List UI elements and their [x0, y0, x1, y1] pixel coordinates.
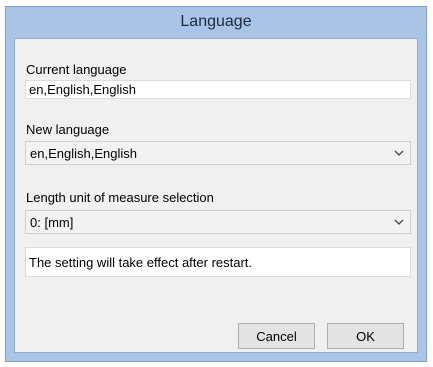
length-unit-select[interactable]: 0: [mm] — [25, 210, 411, 234]
restart-notice-box: The setting will take effect after resta… — [25, 247, 411, 277]
dialog-title: Language — [180, 13, 252, 30]
language-dialog: Language Current language en,English,Eng… — [5, 6, 427, 362]
current-language-value: en,English,English — [29, 82, 136, 97]
length-unit-label: Length unit of measure selection — [26, 190, 214, 205]
cancel-button[interactable]: Cancel — [238, 323, 315, 349]
current-language-field: en,English,English — [25, 80, 411, 99]
restart-notice-text: The setting will take effect after resta… — [29, 254, 253, 270]
title-bar[interactable]: Language — [6, 7, 426, 37]
new-language-selected: en,English,English — [30, 145, 137, 161]
chevron-down-icon[interactable] — [388, 211, 410, 233]
current-language-label: Current language — [26, 62, 127, 77]
chevron-down-icon[interactable] — [388, 142, 410, 164]
length-unit-selected: 0: [mm] — [30, 214, 74, 230]
new-language-label: New language — [26, 122, 110, 137]
new-language-select[interactable]: en,English,English — [25, 141, 411, 165]
dialog-body: Current language en,English,English New … — [14, 38, 418, 353]
ok-button[interactable]: OK — [327, 323, 404, 349]
